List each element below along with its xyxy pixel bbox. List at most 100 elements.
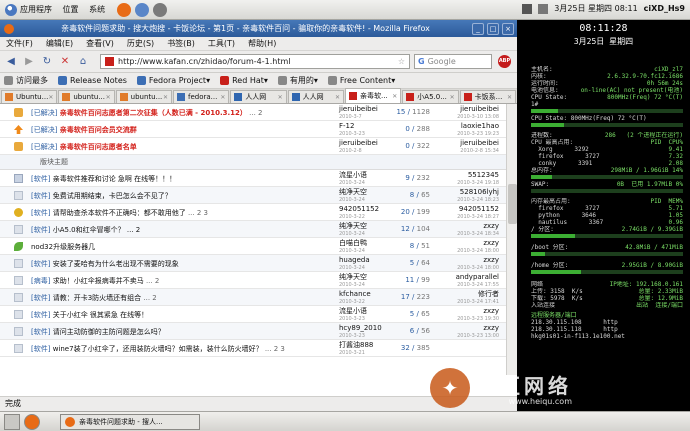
thread-title[interactable]: nod32升级服务器几 <box>31 242 95 252</box>
tab-close-icon[interactable]: ✕ <box>392 93 398 100</box>
thread-title[interactable]: [软件] 小A5.0和红伞冒哪个？ ... 2 <box>31 225 140 235</box>
close-button[interactable]: × <box>502 22 514 35</box>
thread-title-link[interactable]: nod32升级服务器几 <box>31 243 95 251</box>
last-post[interactable]: zxzy 2010-3-23 13:00 <box>436 324 499 340</box>
tab-close-icon[interactable]: ✕ <box>106 94 112 101</box>
menu-applications[interactable]: 应用程序 <box>20 5 52 14</box>
thread-tag[interactable]: [病毒] <box>31 277 50 285</box>
menu-view[interactable]: 查看(V) <box>86 38 114 49</box>
author-name[interactable]: 流星小语 <box>339 171 367 179</box>
bookmark-useful[interactable]: 有用的 ▾ <box>277 75 318 86</box>
last-poster[interactable]: laoxie1hao <box>436 122 499 130</box>
last-post[interactable]: 528106lyhj 2010-3-24 18:23 <box>436 188 499 204</box>
last-poster[interactable]: 528106lyhj <box>436 188 499 196</box>
thread-title[interactable]: [已解决] 亲毒软件百问志愿者第二次征集（人数已满 - 2010.3.12） .… <box>31 108 263 118</box>
scrollbar-thumb[interactable] <box>508 184 517 224</box>
last-post[interactable]: 5512345 2010-3-24 19:18 <box>436 171 499 187</box>
thread-row[interactable]: [软件] 请教：开卡3防火墙还有组合 ... 2 kfchance 2010-3-2… <box>0 289 517 306</box>
last-post[interactable]: zxzy 2010-3-24 18:00 <box>436 239 499 255</box>
tab-close-icon[interactable]: ✕ <box>507 94 513 101</box>
search-box[interactable]: G Google <box>414 54 492 69</box>
taskbar-firefox-task[interactable]: 亲毒软件问题求助 - 搜人... <box>60 413 200 430</box>
author-name[interactable]: 纯净天空 <box>339 222 367 230</box>
thread-row[interactable]: [软件] wine7装了小红伞了，还用装防火墙吗？如需装，装什么防火墙好？ ..… <box>0 340 517 357</box>
last-post[interactable]: laoxie1hao 2010-3-23 19:23 <box>436 122 499 138</box>
thread-tag[interactable]: [软件] <box>31 311 50 319</box>
thread-title[interactable]: [软件] 请问主动防御的主防问题是怎么吗？ <box>31 327 165 337</box>
thread-title-link[interactable]: 求助！小红伞报病毒并不卖马 <box>53 277 144 285</box>
bookmark-star-icon[interactable]: ☆ <box>398 57 405 66</box>
thread-author[interactable]: 流星小语 2010-3-23 <box>339 307 367 323</box>
bookmark-fedora-project[interactable]: Fedora Project ▾ <box>136 76 210 85</box>
thread-author[interactable]: huageda 2010-3-24 <box>339 256 370 272</box>
thread-author[interactable]: 纯净天空 2010-3-24 <box>339 188 367 204</box>
home-button[interactable]: ⌂ <box>76 55 90 69</box>
bookmark-red-hat[interactable]: Red Hat ▾ <box>220 76 268 85</box>
thread-row[interactable]: [软件] 亲毒软件推荐和讨论 急啊 在线等！！！ 流星小语 2010-3-24 9 /… <box>0 170 517 187</box>
url-bar[interactable]: http://www.kafan.cn/zhidao/forum-4-1.htm… <box>100 54 410 69</box>
menu-help[interactable]: 帮助(H) <box>248 38 276 49</box>
last-poster[interactable]: andyparallel <box>436 273 499 281</box>
bookmark-free-content[interactable]: Free Content ▾ <box>327 76 395 85</box>
firefox-launcher-icon[interactable] <box>117 2 132 17</box>
last-post[interactable]: zxzy 2010-3-24 18:00 <box>436 256 499 272</box>
tab-close-icon[interactable]: ✕ <box>335 94 341 101</box>
thread-tag[interactable]: [软件] <box>31 294 50 302</box>
reload-button[interactable]: ↻ <box>40 55 54 69</box>
thread-title-link[interactable]: 亲毒软件推荐和讨论 急啊 在线等！！！ <box>53 175 176 183</box>
tab-3[interactable]: fedora... ✕ <box>172 90 230 103</box>
tab-0[interactable]: Ubuntu... ✕ <box>1 90 58 103</box>
thread-pages[interactable]: ... 2 3 <box>265 345 285 353</box>
thread-author[interactable]: 纯净天空 2010-3-24 <box>339 273 367 289</box>
thread-title-link[interactable]: 安装了麦哈有为什么老出现不需要的现象 <box>53 260 179 268</box>
thread-row[interactable]: [病毒] 求助！小红伞报病毒并不卖马 ... 2 纯净天空 2010-3-24 11 … <box>0 272 517 289</box>
volume-icon[interactable] <box>538 3 549 14</box>
tab-close-icon[interactable]: ✕ <box>278 94 284 101</box>
last-poster[interactable]: zxzy <box>436 256 499 264</box>
thread-title[interactable]: [软件] 请教：开卡3防火墙还有组合 ... 2 <box>31 293 157 303</box>
thread-tag[interactable]: [软件] <box>31 226 50 234</box>
thread-tag[interactable]: [软件] <box>31 345 50 353</box>
adblock-icon[interactable]: ABP <box>498 55 511 68</box>
thread-title-link[interactable]: 请帮助查杀本软件不正确吗：都不敢用他了 <box>53 209 186 217</box>
author-name[interactable]: 流星小语 <box>339 307 367 315</box>
thread-title[interactable]: [软件] wine7装了小红伞了，还用装防火墙吗？如需装，装什么防火墙好？ ..… <box>31 344 285 354</box>
window-titlebar[interactable]: 亲毒软件问题求助 - 搜大炮搜 - 卡饭论坛 - 第1页 - 亲毒软件百问 - … <box>0 20 517 37</box>
thread-tag[interactable]: [已解决] <box>31 109 57 117</box>
thread-author[interactable]: 942051152 2010-3-22 <box>339 205 379 221</box>
applications-icon[interactable] <box>5 3 17 16</box>
last-post[interactable]: jieruibeibei 2010-2-8 15:34 <box>436 139 499 155</box>
thread-author[interactable]: F-12 2010-3-23 <box>339 122 365 138</box>
last-post[interactable]: jieruibeibei 2010-3-10 13:08 <box>436 105 499 121</box>
author-name[interactable]: 打酱油888 <box>339 341 373 349</box>
thread-tag[interactable]: [软件] <box>31 328 50 336</box>
author-name[interactable]: 白喵白鸭 <box>339 239 367 247</box>
thread-tag[interactable]: [已解决] <box>31 126 57 134</box>
last-poster[interactable]: zxzy <box>436 324 499 332</box>
clock-datetime[interactable]: 3月25日 星期四 08:11 <box>554 3 637 14</box>
thread-title[interactable]: [软件] 亲毒软件推荐和讨论 急啊 在线等！！！ <box>31 174 176 184</box>
thread-row[interactable]: [软件] 安装了麦哈有为什么老出现不需要的现象 huageda 2010-3-24 5… <box>0 255 517 272</box>
last-post[interactable]: 942051152 2010-3-24 18:27 <box>436 205 499 221</box>
thread-title-link[interactable]: 亲毒软件百问志愿者名单 <box>60 143 137 151</box>
thread-row[interactable]: [已解决] 亲毒软件百问志愿者第二次征集（人数已满 - 2010.3.12） .… <box>0 104 517 121</box>
firefox-task-icon[interactable] <box>24 413 40 430</box>
thread-title-link[interactable]: wine7装了小红伞了，还用装防火墙吗？如需装，装什么防火墙好？ <box>53 345 263 353</box>
back-button[interactable]: ◀ <box>4 55 18 69</box>
thread-author[interactable]: 流星小语 2010-3-24 <box>339 171 367 187</box>
thread-row[interactable]: [软件] 关于小红伞 很其紧急 在线等！ 流星小语 2010-3-23 5 / 65 z… <box>0 306 517 323</box>
tab-4[interactable]: 人人网 ✕ <box>230 90 287 103</box>
author-name[interactable]: kfchance <box>339 290 371 298</box>
network-icon[interactable] <box>522 3 533 14</box>
last-post[interactable]: zxzy 2010-3-23 19:30 <box>436 307 499 323</box>
thread-title[interactable]: [软件] 免费试用期结束，卡巴怎么会不见了？ <box>31 191 172 201</box>
thread-row[interactable]: [软件] 小A5.0和红伞冒哪个？ ... 2 纯净天空 2010-3-24 12 /… <box>0 221 517 238</box>
tab-close-icon[interactable]: ✕ <box>220 94 226 101</box>
thread-row[interactable]: [软件] 请帮助查杀本软件不正确吗：都不敢用他了 ... 2 3 94205115… <box>0 204 517 221</box>
thread-title[interactable]: [软件] 请帮助查杀本软件不正确吗：都不敢用他了 ... 2 3 <box>31 208 208 218</box>
tab-close-icon[interactable]: ✕ <box>163 94 169 101</box>
last-post[interactable]: andyparallel 2010-3-24 17:55 <box>436 273 499 289</box>
bookmark-release-notes[interactable]: Release Notes <box>58 76 127 85</box>
thread-tag[interactable]: [软件] <box>31 175 50 183</box>
tab-8[interactable]: 卡饭系... ✕ <box>459 90 516 103</box>
